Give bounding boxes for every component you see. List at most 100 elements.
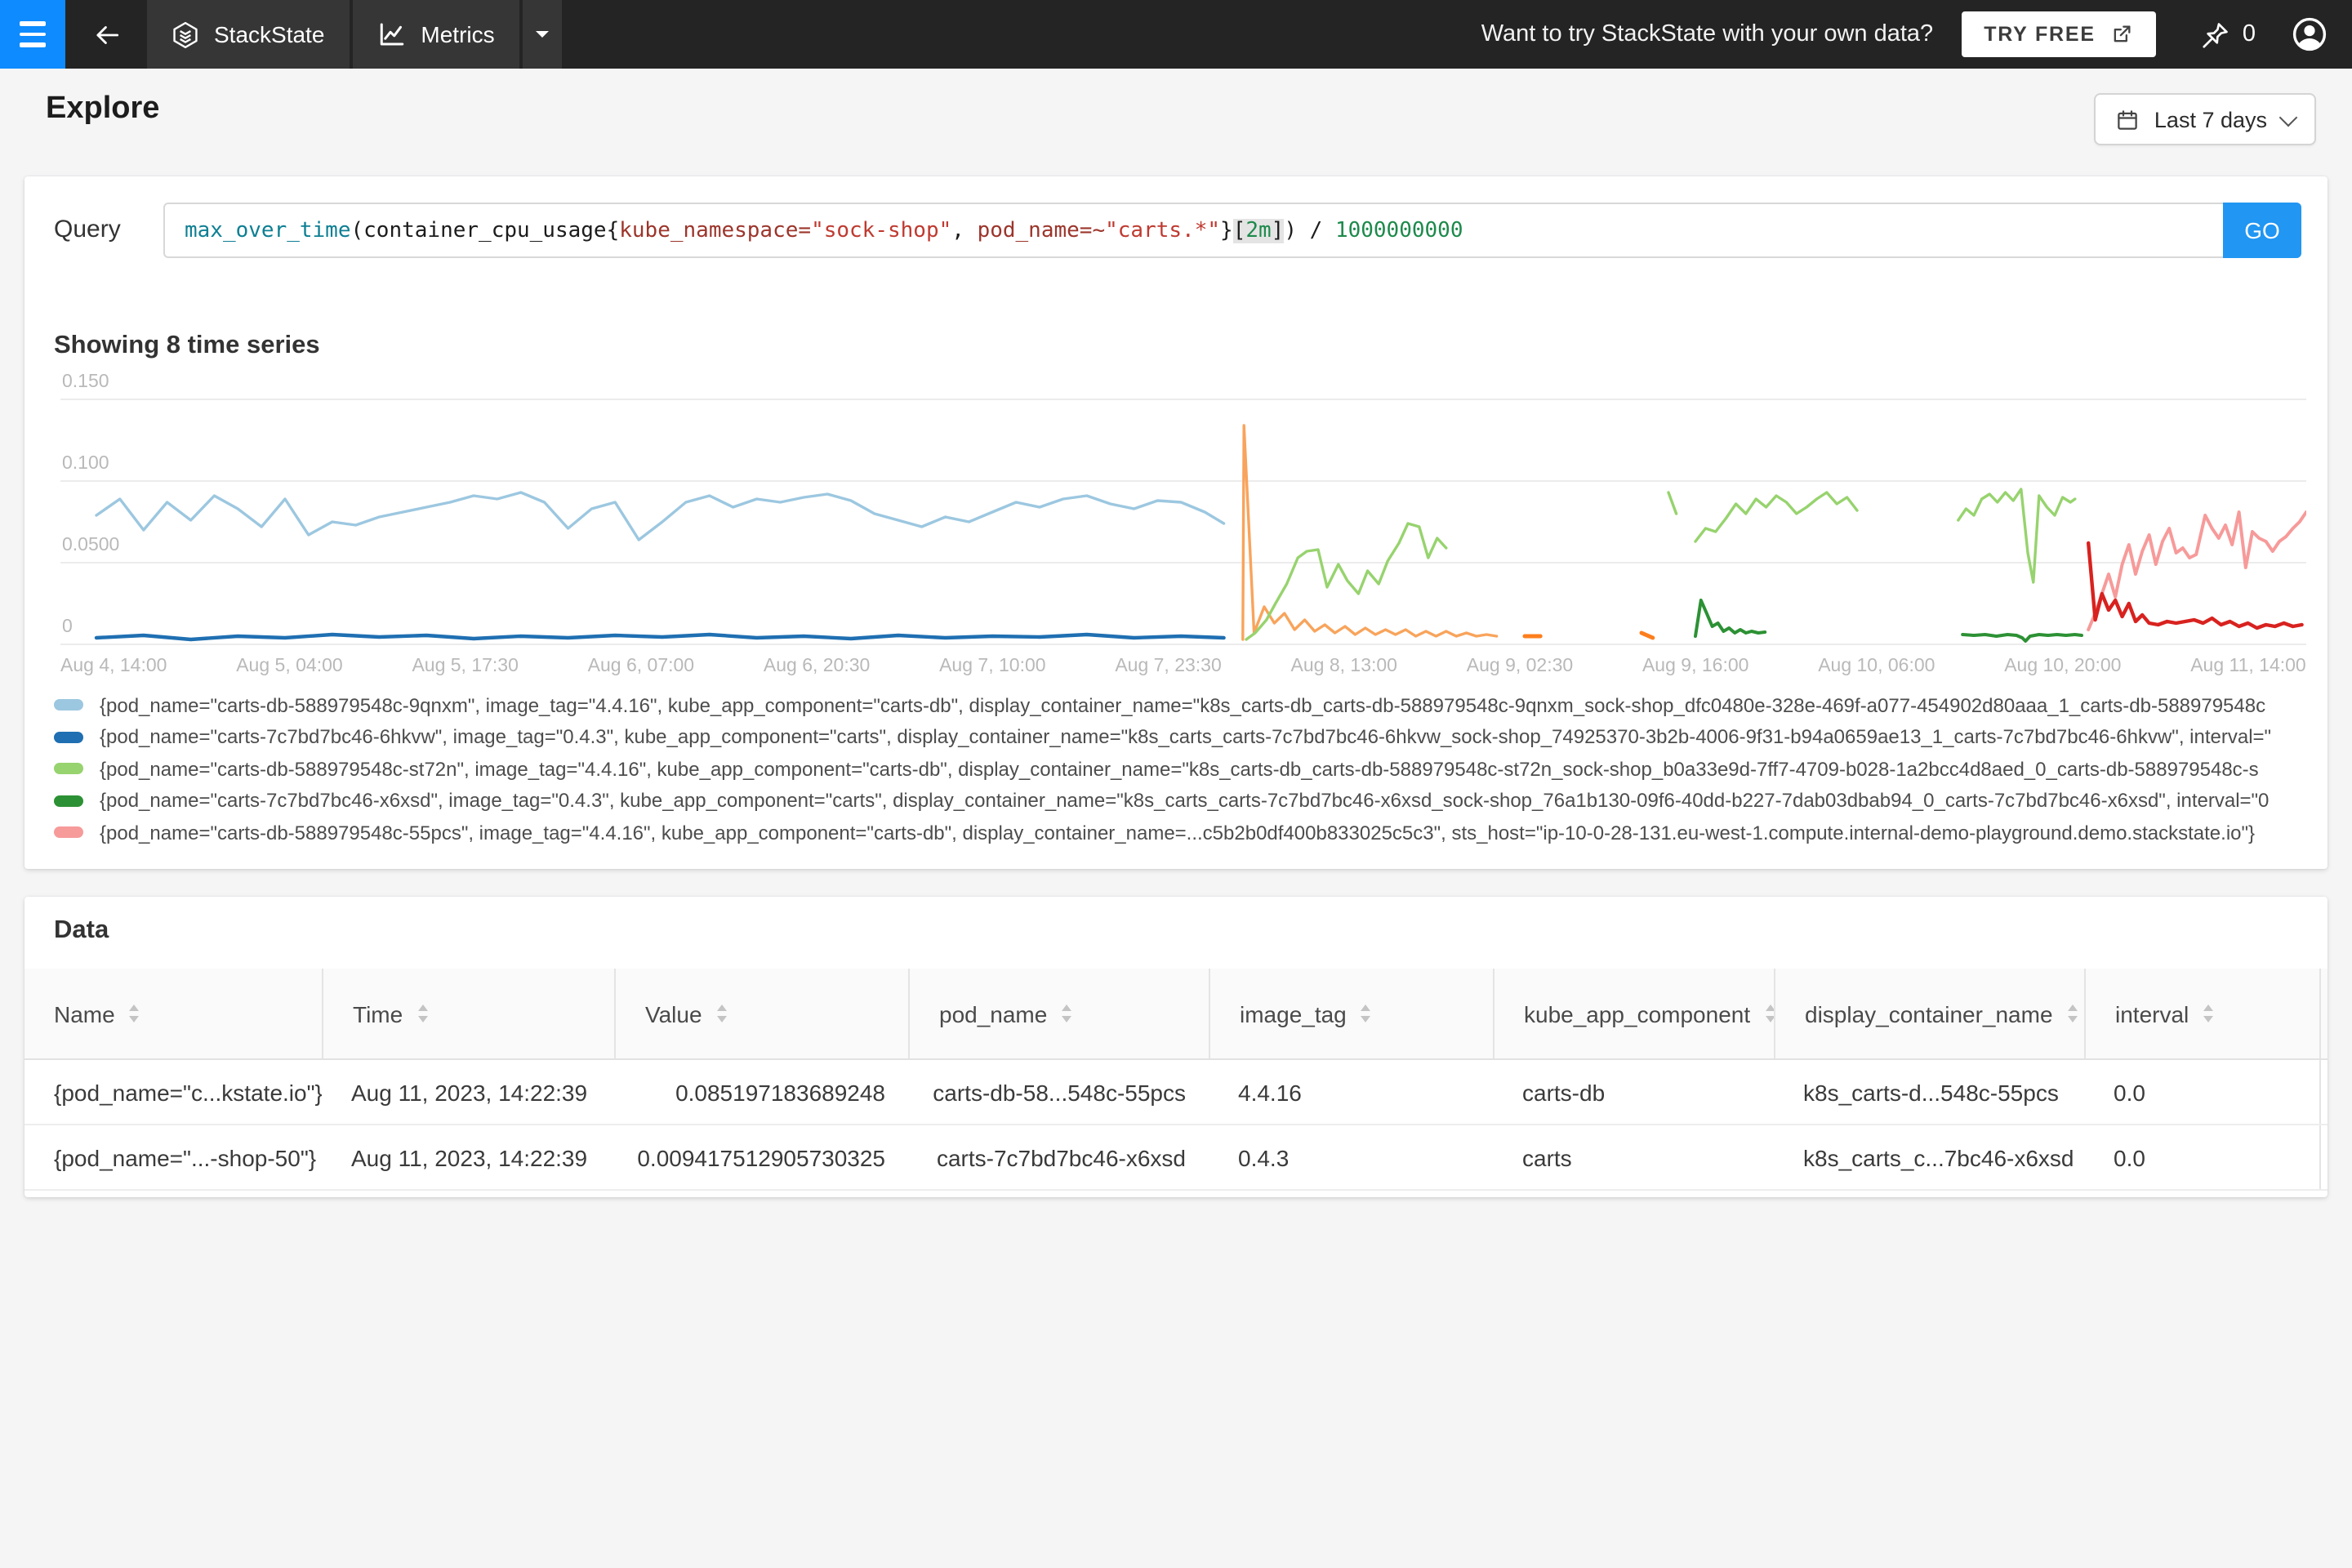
table-row[interactable]: {pod_name="...-shop-50"} Aug 11, 2023, 14… [24,1125,2328,1191]
sort-icon [2203,1004,2214,1022]
legend-label: {pod_name="carts-7c7bd7bc46-6hkvw", imag… [100,725,2272,749]
series-line [1694,599,1767,638]
chevron-down-icon [2278,107,2298,127]
table-header-row: Name Time Value pod_name image_tag kube_app_c… [24,969,2328,1060]
sort-icon [1062,1004,1072,1022]
cell-interval: 0.0 [2114,1079,2145,1105]
table-row[interactable]: {pod_name="c...kstate.io"} Aug 11, 2023, … [24,1060,2328,1125]
sort-icon [129,1004,140,1022]
back-arrow-icon [96,25,118,43]
x-axis-label: Aug 9, 02:30 [1466,657,1574,676]
column-header-stub [2319,969,2328,1058]
query-token: , [951,218,978,243]
legend-label: {pod_name="carts-7c7bd7bc46-x6xsd", imag… [100,789,2270,813]
try-free-button[interactable]: TRY FREE [1961,11,2156,57]
column-header-name[interactable]: Name [24,969,322,1058]
query-token: 1000000000 [1334,218,1463,243]
back-button[interactable] [65,0,147,69]
time-range-label: Last 7 days [2154,107,2267,131]
cell-name: {pod_name="...-shop-50"} [54,1144,317,1170]
column-header-label: Value [645,1000,702,1027]
sort-icon [2067,1004,2078,1022]
cell-pod_name: carts-db-58...548c-55pcs [933,1079,1186,1105]
query-label: Query [54,216,121,243]
data-card: Data Name Time Value pod_name image_tag kube_… [24,897,2328,1197]
sort-icon [1361,1004,1371,1022]
query-token: pod_name=~ [977,218,1106,243]
avatar-icon [2292,17,2327,51]
tab-stackstate[interactable]: StackState [147,0,350,69]
cell-interval: 0.0 [2114,1144,2145,1170]
legend-item[interactable]: {pod_name="carts-db-588979548c-55pcs", i… [54,817,2324,849]
cell-name: {pod_name="c...kstate.io"} [54,1079,322,1105]
column-header-time[interactable]: Time [322,969,614,1058]
time-range-selector[interactable]: Last 7 days [2093,93,2316,145]
legend-swatch [54,763,83,775]
cell-display_container_name: k8s_carts_c...7bc46-x6xsd [1803,1144,2074,1170]
legend-item[interactable]: {pod_name="carts-db-588979548c-9qnxm", i… [54,689,2324,721]
user-avatar-button[interactable] [2290,15,2329,54]
x-axis-label: Aug 5, 17:30 [412,657,519,676]
query-token: ] [1271,218,1285,243]
column-header-kube_app_component[interactable]: kube_app_component [1493,969,1775,1058]
query-token: kube_namespace= [619,218,812,243]
hamburger-menu-button[interactable] [0,0,65,69]
sort-icon [417,1004,428,1022]
query-token: / [1296,218,1335,243]
pin-button[interactable]: 0 [2200,19,2256,50]
series-line [1694,491,1859,543]
legend-swatch [54,731,83,743]
metrics-chart-icon [380,23,403,46]
query-token: container_cpu_usage [363,218,607,243]
try-free-label: TRY FREE [1984,23,2096,46]
query-token: [ [1232,218,1246,243]
tab-dropdown-button[interactable] [522,0,562,69]
series-line [95,491,1226,541]
top-bar: StackState Metrics Want to try StackStat… [0,0,2352,69]
column-header-value[interactable]: Value [614,969,908,1058]
x-axis-label: Aug 6, 07:00 [587,657,695,676]
cell-value: 0.085197183689248 [675,1079,885,1105]
legend-label: {pod_name="carts-db-588979548c-9qnxm", i… [100,693,2266,717]
x-axis-label: Aug 11, 14:00 [2190,657,2306,676]
page-title: Explore [46,91,160,126]
column-header-interval[interactable]: interval [2084,969,2319,1058]
x-axis-label: Aug 5, 04:00 [236,657,343,676]
x-axis-label: Aug 8, 13:00 [1290,657,1397,676]
query-token: ( [350,218,364,243]
brand-label: StackState [214,21,325,47]
x-axis-label: Aug 7, 23:30 [1115,657,1222,676]
legend-item[interactable]: {pod_name="carts-7c7bd7bc46-6hkvw", imag… [54,721,2324,753]
legend-item[interactable]: {pod_name="carts-7c7bd7bc46-x6xsd", imag… [54,785,2324,817]
x-axis-label: Aug 10, 20:00 [2004,657,2122,676]
time-series-chart: 0.150 0.100 0.0500 0 Aug 4, 14:00 Aug 5, 04:0… [60,359,2306,683]
query-token: "sock-shop" [811,218,952,243]
series-line [1961,633,2083,643]
query-token: } [1220,218,1233,243]
x-axis-labels: Aug 4, 14:00 Aug 5, 04:00 Aug 5, 17:30 Aug … [60,657,2306,676]
column-header-label: image_tag [1240,1000,1347,1027]
cell-stub [2319,1125,2328,1189]
query-input[interactable]: max_over_time(container_cpu_usage{kube_n… [163,203,2301,258]
chevron-down-icon [535,31,549,44]
cell-display_container_name: k8s_carts-d...548c-55pcs [1803,1079,2059,1105]
cell-kube_app_component: carts [1522,1144,1572,1170]
chart-title: Showing 8 time series [54,332,320,359]
cell-stub [2319,1060,2328,1124]
column-header-label: pod_name [939,1000,1048,1027]
sort-icon [716,1004,727,1022]
explore-page: StackState Metrics Want to try StackStat… [0,0,2352,1568]
legend-label: {pod_name="carts-db-588979548c-st72n", i… [100,757,2259,781]
query-card: Query max_over_time(container_cpu_usage{… [24,176,2328,869]
x-axis-label: Aug 9, 16:00 [1642,657,1749,676]
column-header-pod_name[interactable]: pod_name [908,969,1209,1058]
column-header-label: interval [2115,1000,2189,1027]
column-header-image_tag[interactable]: image_tag [1209,969,1493,1058]
go-button[interactable]: GO [2223,203,2301,258]
tab-metrics[interactable]: Metrics [352,0,519,69]
legend-swatch [54,795,83,807]
metrics-tab-label: Metrics [421,21,495,47]
column-header-display_container_name[interactable]: display_container_name [1774,969,2084,1058]
series-line [1667,491,1678,515]
legend-item[interactable]: {pod_name="carts-db-588979548c-st72n", i… [54,753,2324,785]
